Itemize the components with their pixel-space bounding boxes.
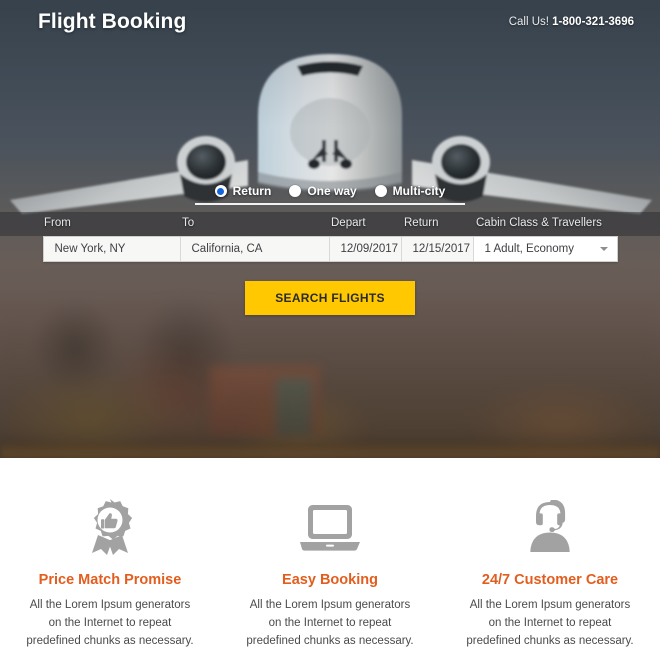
trip-type-radio-group: Return One way Multi-city: [195, 184, 465, 205]
site-header: Flight Booking Call Us! 1-800-321-3696: [0, 0, 660, 44]
search-fields-row: New York, NY California, CA 12/09/2017 1…: [42, 236, 618, 262]
feature-easy-booking: Easy Booking All the Lorem Ipsum generat…: [220, 458, 440, 660]
landing-page: Flight Booking Call Us! 1-800-321-3696 R…: [0, 0, 660, 660]
feature-text: All the Lorem Ipsum generators on the In…: [26, 599, 194, 647]
feature-title: Easy Booking: [282, 572, 378, 588]
cabin-class-travellers-select[interactable]: 1 Adult, Economy: [473, 237, 617, 261]
feature-text: All the Lorem Ipsum generators on the In…: [246, 599, 414, 647]
trip-type-one-way[interactable]: One way: [289, 184, 357, 198]
search-flights-button[interactable]: SEARCH FLIGHTS: [245, 281, 415, 315]
feature-title: 24/7 Customer Care: [481, 572, 619, 588]
return-date-input[interactable]: 12/15/2017: [401, 237, 474, 261]
to-input[interactable]: California, CA: [180, 237, 330, 261]
label-from: From: [44, 217, 71, 229]
from-input[interactable]: New York, NY: [43, 237, 181, 261]
depart-date-input[interactable]: 12/09/2017: [329, 237, 402, 261]
trip-type-multi-city-label: Multi-city: [392, 184, 446, 198]
trip-type-return[interactable]: Return: [214, 184, 272, 198]
radio-return-icon[interactable]: [214, 185, 227, 197]
feature-title: Price Match Promise: [38, 572, 182, 588]
booking-widget: Return One way Multi-city From To Depart…: [0, 184, 660, 315]
award-badge-thumbs-up-icon: [22, 496, 198, 558]
call-us-label: Call Us!: [508, 16, 549, 28]
feature-customer-care: 24/7 Customer Care All the Lorem Ipsum g…: [440, 458, 660, 660]
feature-text: All the Lorem Ipsum generators on the In…: [466, 599, 634, 647]
phone-number[interactable]: 1-800-321-3696: [552, 16, 634, 28]
trip-type-one-way-label: One way: [307, 184, 357, 198]
cabin-class-travellers-value: 1 Adult, Economy: [484, 243, 575, 255]
trip-type-return-label: Return: [232, 184, 272, 198]
label-cabin-class-travellers: Cabin Class & Travellers: [476, 217, 602, 229]
label-to: To: [182, 217, 195, 229]
label-return: Return: [404, 217, 439, 229]
radio-one-way-icon[interactable]: [289, 185, 302, 197]
trip-type-multi-city[interactable]: Multi-city: [374, 184, 446, 198]
laptop-icon: [242, 496, 418, 558]
feature-price-match-promise: Price Match Promise All the Lorem Ipsum …: [0, 458, 220, 660]
radio-multi-city-icon[interactable]: [374, 185, 387, 197]
chevron-down-icon[interactable]: [599, 247, 608, 251]
headset-support-agent-icon: [462, 496, 638, 558]
field-labels-row: From To Depart Return Cabin Class & Trav…: [0, 212, 660, 236]
label-depart: Depart: [331, 217, 366, 229]
features-section: Price Match Promise All the Lorem Ipsum …: [0, 458, 660, 660]
search-button-wrap: SEARCH FLIGHTS: [0, 281, 660, 315]
brand-title: Flight Booking: [38, 10, 187, 33]
call-us-block: Call Us! 1-800-321-3696: [509, 16, 634, 28]
